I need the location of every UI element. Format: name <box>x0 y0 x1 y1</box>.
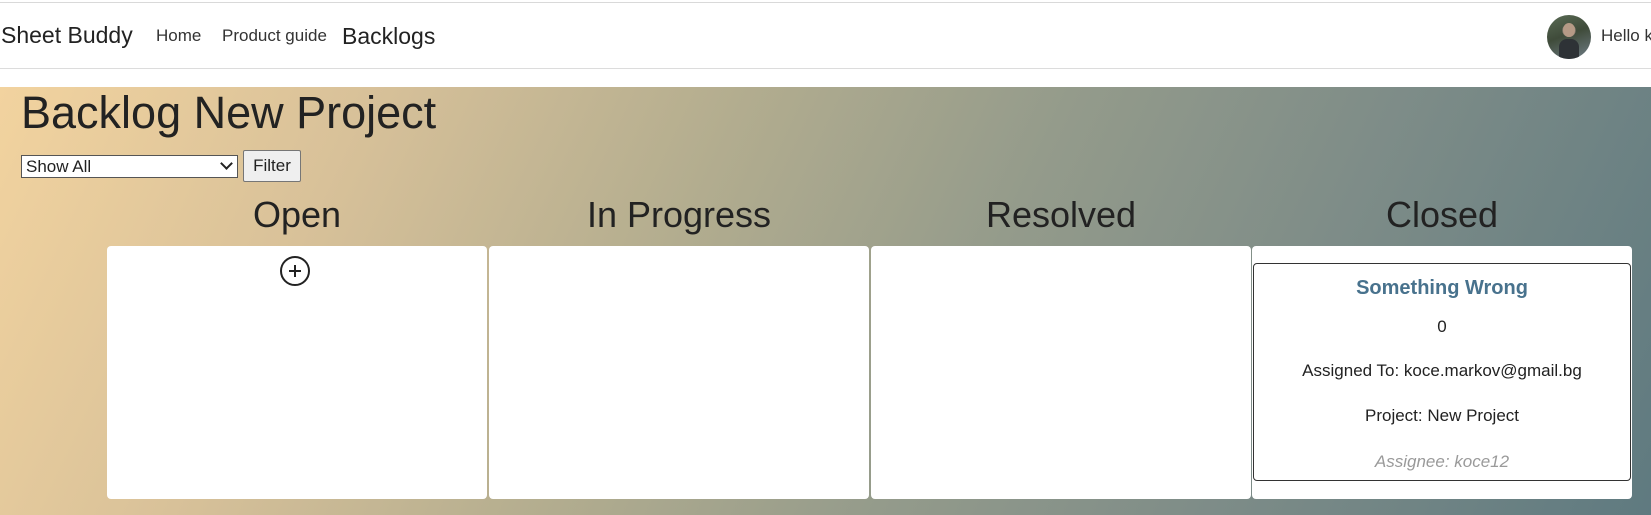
plus-circle-icon[interactable] <box>280 256 310 286</box>
column-title-in-progress: In Progress <box>586 194 772 235</box>
avatar-head <box>1563 23 1575 37</box>
column-in-progress[interactable] <box>489 246 869 499</box>
nav-backlogs-link[interactable]: Backlogs <box>342 23 435 50</box>
card-assignee: Assignee: koce12 <box>1374 452 1510 471</box>
column-title-open: Open <box>252 194 342 235</box>
chevron-down-icon <box>220 157 233 170</box>
column-title-closed: Closed <box>1385 194 1499 235</box>
backlog-card[interactable]: Something Wrong 0 Assigned To: koce.mark… <box>1253 263 1631 481</box>
user-greeting[interactable]: Hello k <box>1601 26 1651 46</box>
column-closed[interactable]: Something Wrong 0 Assigned To: koce.mark… <box>1252 246 1632 499</box>
avatar-torso <box>1559 39 1579 59</box>
nav-home-link[interactable]: Home <box>156 26 201 46</box>
backlog-board: Backlog New Project Show All Filter Open… <box>0 87 1651 515</box>
brand-link[interactable]: Sheet Buddy <box>1 22 133 49</box>
column-open[interactable] <box>107 246 487 499</box>
card-project: Project: New Project <box>1365 406 1519 425</box>
card-assigned-to: Assigned To: koce.markov@gmail.bg <box>1302 361 1582 380</box>
status-filter-value: Show All <box>26 157 92 176</box>
navbar: Sheet Buddy Home Product guide Backlogs … <box>0 3 1651 69</box>
status-filter-select[interactable]: Show All <box>21 155 238 178</box>
card-title: Something Wrong <box>1356 277 1528 299</box>
filter-button[interactable]: Filter <box>243 150 301 182</box>
user-avatar[interactable] <box>1547 15 1591 59</box>
card-points: 0 <box>1437 317 1447 336</box>
column-resolved[interactable] <box>871 246 1251 499</box>
page-title: Backlog New Project <box>21 87 437 138</box>
column-title-resolved: Resolved <box>985 194 1137 235</box>
nav-product-guide-link[interactable]: Product guide <box>222 26 327 46</box>
